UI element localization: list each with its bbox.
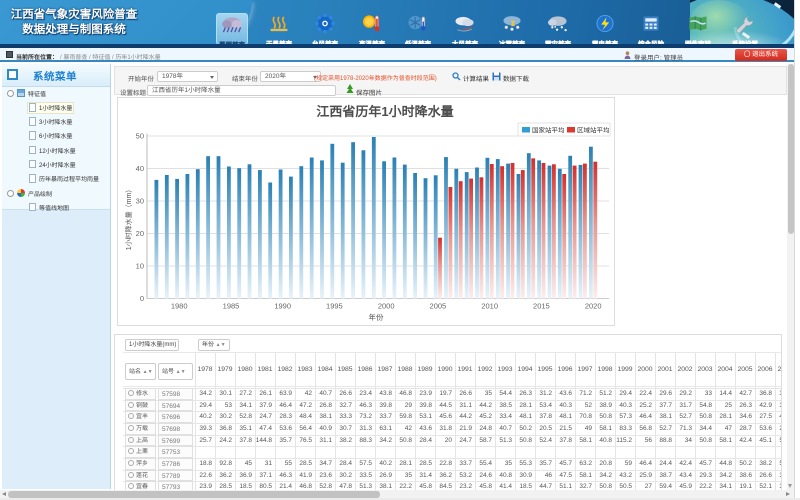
svg-text:50: 50 [136, 132, 144, 141]
svg-text:10: 10 [136, 262, 144, 271]
svg-text:1995: 1995 [326, 302, 343, 311]
svg-text:2000: 2000 [378, 302, 395, 311]
svg-text:国家站平均: 国家站平均 [532, 127, 565, 135]
svg-text:区域站平均: 区域站平均 [577, 127, 610, 135]
svg-text:2010: 2010 [481, 302, 498, 311]
svg-text:2015: 2015 [533, 302, 550, 311]
svg-text:0: 0 [140, 294, 144, 303]
svg-text:年份: 年份 [369, 313, 384, 322]
svg-text:30: 30 [136, 197, 144, 206]
svg-text:2005: 2005 [430, 302, 447, 311]
svg-text:20: 20 [136, 229, 144, 238]
svg-text:江西省历年1小时降水量: 江西省历年1小时降水量 [316, 104, 453, 119]
svg-text:1990: 1990 [274, 302, 291, 311]
svg-text:1小时降水量（mm）: 1小时降水量（mm） [125, 186, 133, 251]
svg-text:2020: 2020 [585, 302, 602, 311]
svg-text:1985: 1985 [223, 302, 240, 311]
svg-text:1980: 1980 [171, 302, 188, 311]
svg-text:40: 40 [136, 164, 144, 173]
